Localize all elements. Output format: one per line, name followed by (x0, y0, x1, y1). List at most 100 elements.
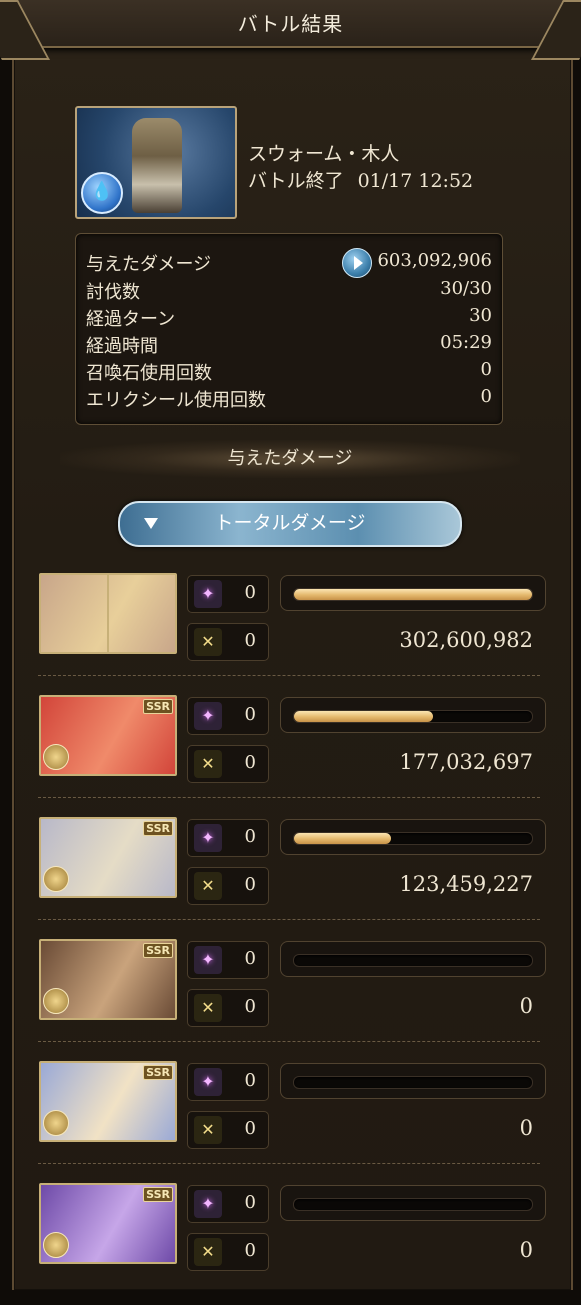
ssr-badge: SSR (143, 821, 173, 836)
ougi-count-box: ✕ 0 (187, 1233, 269, 1271)
crit-count: 0 (244, 704, 256, 725)
battle-timestamp: 01/17 12:52 (357, 170, 474, 192)
crit-count: 0 (244, 582, 256, 603)
damage-bar (280, 819, 546, 855)
ssr-badge: SSR (143, 699, 173, 714)
damage-type-dropdown[interactable]: トータルダメージ (118, 501, 462, 547)
ougi-count: 0 (244, 752, 256, 773)
ougi-icon: ✕ (194, 994, 222, 1022)
dropdown-label: トータルダメージ (214, 512, 366, 534)
star-icon: ✦ (194, 580, 222, 608)
stat-label: 経過ターン (86, 309, 176, 330)
character-row: SSR ✦ 0 ✕ 0 0 (0, 1183, 581, 1305)
character-row: ✦ 0 ✕ 0 302,600,982 (0, 573, 581, 695)
character-damage: 302,600,982 (399, 628, 533, 652)
crit-count: 0 (244, 1070, 256, 1091)
damage-bar-track (293, 588, 533, 601)
stat-value: 30/30 (440, 278, 492, 299)
chevron-down-icon (144, 518, 158, 529)
stat-label: 与えたダメージ (86, 254, 212, 275)
character-portrait[interactable]: SSR (39, 695, 177, 776)
enemy-name: スウォーム・木人 (248, 143, 400, 165)
stat-label: エリクシール使用回数 (86, 390, 266, 411)
row-divider (38, 675, 540, 676)
character-damage: 0 (519, 1116, 533, 1140)
stat-row-damage: 与えたダメージ 603,092,906 (86, 248, 492, 278)
character-portrait[interactable]: SSR (39, 817, 177, 898)
crit-count-box: ✦ 0 (187, 941, 269, 979)
crit-count-box: ✦ 0 (187, 819, 269, 857)
crit-count-box: ✦ 0 (187, 1185, 269, 1223)
character-row: SSR ✦ 0 ✕ 0 0 (0, 1061, 581, 1183)
battle-status: バトル終了 01/17 12:52 (248, 166, 473, 193)
stat-row-turns: 経過ターン 30 (86, 305, 492, 331)
page-title: バトル結果 (237, 12, 344, 36)
ougi-icon: ✕ (194, 1238, 222, 1266)
character-portrait[interactable]: SSR (39, 1061, 177, 1142)
crit-count-box: ✦ 0 (187, 575, 269, 613)
damage-bar-track (293, 1198, 533, 1211)
star-icon: ✦ (194, 1068, 222, 1096)
ougi-count-box: ✕ 0 (187, 1111, 269, 1149)
row-divider (38, 1163, 540, 1164)
damage-bar (280, 575, 546, 611)
character-damage: 123,459,227 (399, 872, 533, 896)
play-icon[interactable] (342, 248, 372, 278)
row-divider (38, 1041, 540, 1042)
stat-label: 召喚石使用回数 (86, 363, 212, 384)
water-element-icon: 💧 (81, 172, 123, 214)
ougi-count-box: ✕ 0 (187, 867, 269, 905)
damage-bar-fill (294, 833, 392, 844)
ougi-icon: ✕ (194, 750, 222, 778)
element-emblem-icon (43, 1232, 69, 1258)
stat-row-elixirs: エリクシール使用回数 0 (86, 386, 492, 412)
character-portrait[interactable] (39, 573, 177, 654)
star-icon: ✦ (194, 946, 222, 974)
damage-bar-track (293, 710, 533, 723)
character-damage: 0 (519, 1238, 533, 1262)
damage-bar (280, 941, 546, 977)
ougi-count: 0 (244, 630, 256, 651)
stat-row-kills: 討伐数 30/30 (86, 278, 492, 304)
ougi-count: 0 (244, 996, 256, 1017)
ougi-icon: ✕ (194, 1116, 222, 1144)
stat-label: 経過時間 (86, 336, 158, 357)
damage-bar-fill (294, 589, 532, 600)
ougi-count-box: ✕ 0 (187, 623, 269, 661)
damage-bar-fill (294, 711, 434, 722)
title-bar: バトル結果 (0, 0, 581, 60)
character-damage: 177,032,697 (399, 750, 533, 774)
character-portrait[interactable]: SSR (39, 1183, 177, 1264)
ougi-count-box: ✕ 0 (187, 989, 269, 1027)
star-icon: ✦ (194, 1190, 222, 1218)
ougi-count: 0 (244, 1118, 256, 1139)
row-divider (38, 797, 540, 798)
stat-value: 603,092,906 (377, 250, 492, 271)
character-portrait[interactable]: SSR (39, 939, 177, 1020)
character-row: SSR ✦ 0 ✕ 0 123,459,227 (0, 817, 581, 939)
row-divider (38, 919, 540, 920)
crit-count-box: ✦ 0 (187, 697, 269, 735)
element-emblem-icon (43, 988, 69, 1014)
damage-bar (280, 697, 546, 733)
ougi-count: 0 (244, 874, 256, 895)
damage-bar (280, 1185, 546, 1221)
damage-bar-track (293, 954, 533, 967)
star-icon: ✦ (194, 702, 222, 730)
stat-value: 0 (480, 386, 492, 407)
ougi-icon: ✕ (194, 628, 222, 656)
stat-value: 30 (469, 305, 492, 326)
crit-count: 0 (244, 948, 256, 969)
element-emblem-icon (43, 744, 69, 770)
ougi-count-box: ✕ 0 (187, 745, 269, 783)
stat-value: 0 (480, 359, 492, 380)
section-title: 与えたダメージ (60, 440, 520, 478)
portrait-divider (107, 575, 109, 652)
crit-count: 0 (244, 1192, 256, 1213)
ssr-badge: SSR (143, 1065, 173, 1080)
character-row: SSR ✦ 0 ✕ 0 0 (0, 939, 581, 1061)
star-icon: ✦ (194, 824, 222, 852)
element-emblem-icon (43, 866, 69, 892)
ssr-badge: SSR (143, 1187, 173, 1202)
damage-bar-track (293, 1076, 533, 1089)
